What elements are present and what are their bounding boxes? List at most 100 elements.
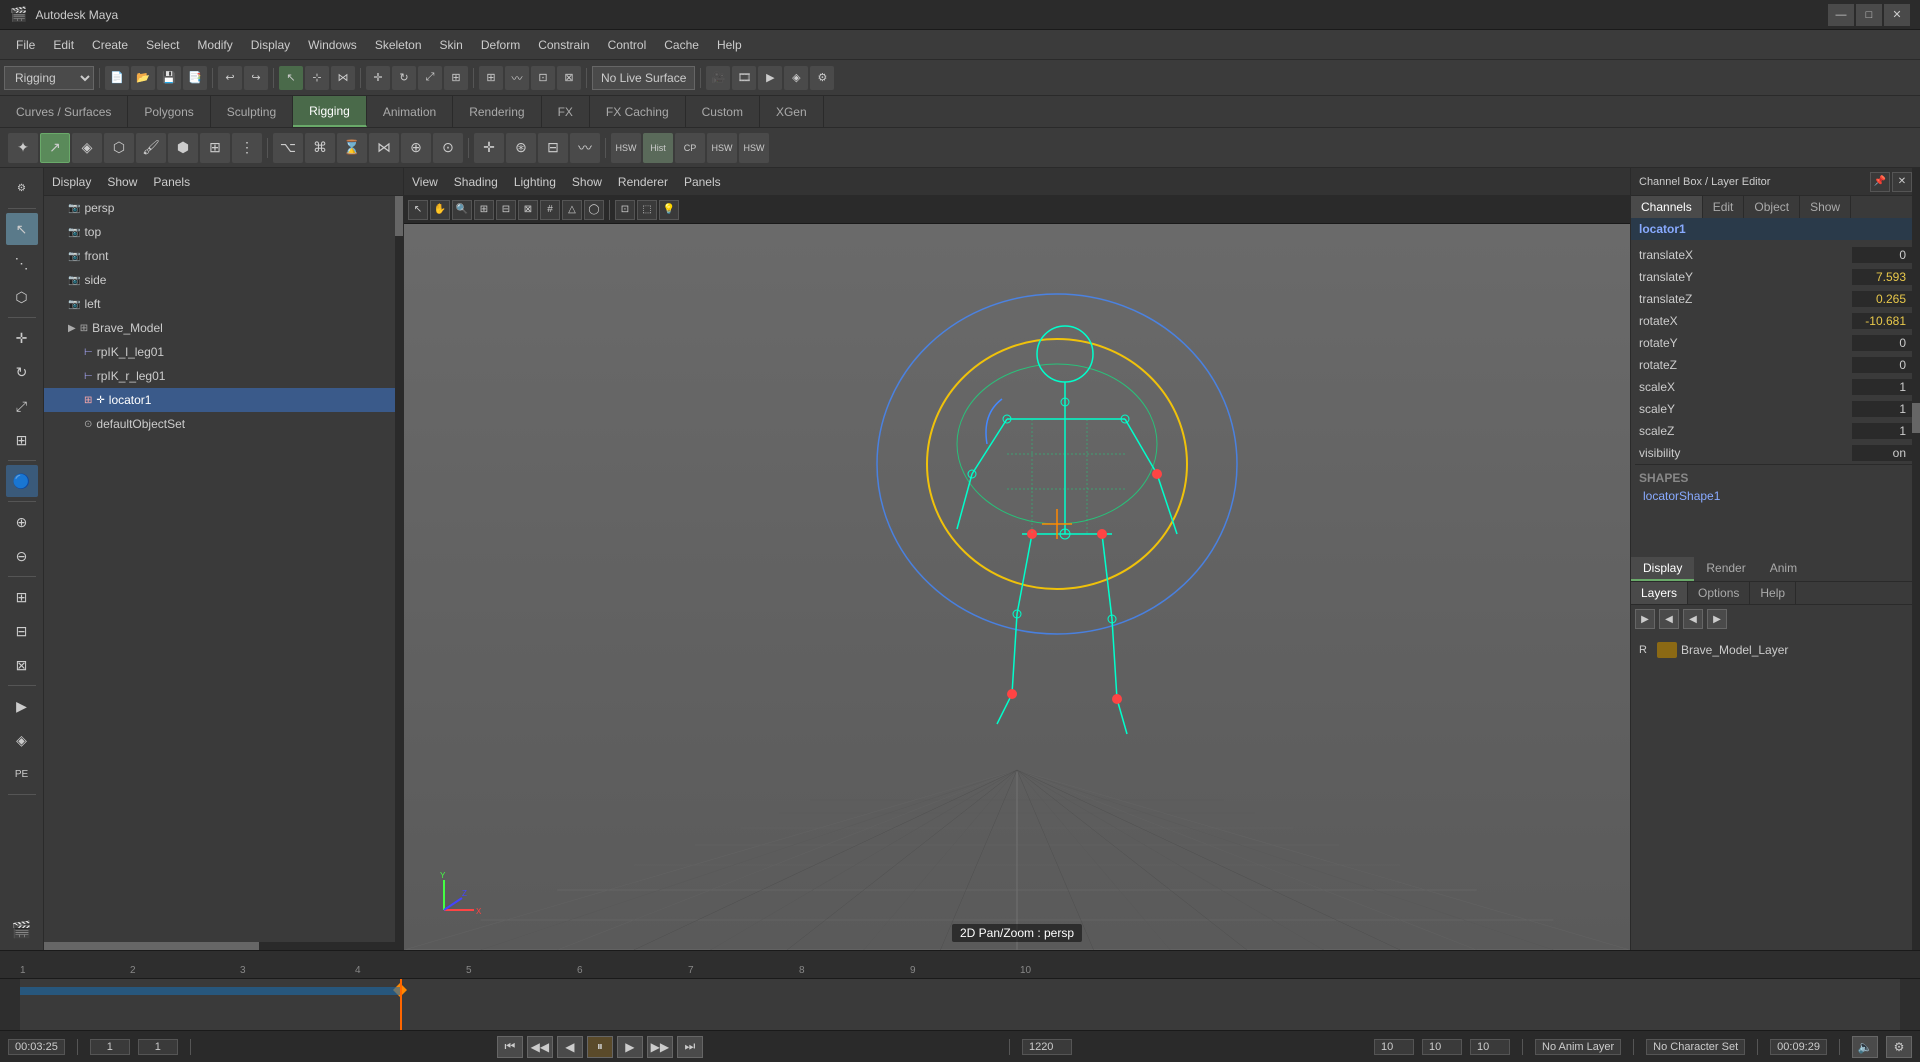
- bottom-settings-btn[interactable]: ⚙: [1886, 1036, 1912, 1058]
- layer-add-btn[interactable]: ▶: [1635, 609, 1655, 629]
- render-btn[interactable]: ▶: [758, 66, 782, 90]
- frame-number-1[interactable]: 1220: [1022, 1039, 1072, 1055]
- layers-tab[interactable]: Layers: [1631, 582, 1688, 604]
- scale-btn[interactable]: ⤢: [418, 66, 442, 90]
- viewport-shading-menu[interactable]: Shading: [454, 175, 498, 189]
- rig-tool1[interactable]: ⊞: [200, 133, 230, 163]
- viewport-panels-menu[interactable]: Panels: [684, 175, 721, 189]
- control-vertex[interactable]: ✛: [474, 133, 504, 163]
- snap-curve-btn[interactable]: 〰: [505, 66, 529, 90]
- menu-control[interactable]: Control: [600, 34, 655, 56]
- channel-translateY[interactable]: translateY 7.593: [1635, 266, 1916, 288]
- ik-tool[interactable]: ⌘: [305, 133, 335, 163]
- maximize-button[interactable]: □: [1856, 4, 1882, 26]
- channel-box-close[interactable]: ✕: [1892, 172, 1912, 192]
- go-end-btn[interactable]: ⏭: [677, 1036, 703, 1058]
- viewport-canvas[interactable]: X Y Z 2D Pan/Zoom : persp: [404, 224, 1630, 950]
- save-as-btn[interactable]: 📑: [183, 66, 207, 90]
- playback-speed-1[interactable]: [1374, 1039, 1414, 1055]
- outliner-item-rpik-l-leg[interactable]: ⊢ rpIK_l_leg01: [44, 340, 403, 364]
- outliner-panels-menu[interactable]: Panels: [153, 175, 190, 189]
- vp-pan-btn[interactable]: ✋: [430, 200, 450, 220]
- component-mode[interactable]: ◈: [72, 133, 102, 163]
- live-surface-btn[interactable]: No Live Surface: [592, 66, 695, 90]
- ik-spline[interactable]: ⌛: [337, 133, 367, 163]
- layout-btn2[interactable]: ⊟: [6, 615, 38, 647]
- insert-joint[interactable]: ⊕: [401, 133, 431, 163]
- save-scene-btn[interactable]: 💾: [157, 66, 181, 90]
- channel-rotateZ[interactable]: rotateZ 0: [1635, 354, 1916, 376]
- hsw-tool2[interactable]: HSW: [707, 133, 737, 163]
- menu-file[interactable]: File: [8, 34, 43, 56]
- open-scene-btn[interactable]: 📂: [131, 66, 155, 90]
- outliner-item-rpik-r-leg[interactable]: ⊢ rpIK_r_leg01: [44, 364, 403, 388]
- hsw-tool3[interactable]: HSW: [739, 133, 769, 163]
- move-btn[interactable]: ✛: [6, 322, 38, 354]
- tab-rigging[interactable]: Rigging: [293, 96, 367, 127]
- select-mode[interactable]: ↗: [40, 133, 70, 163]
- paint-sel-btn[interactable]: ⋈: [331, 66, 355, 90]
- soft-mod-btn[interactable]: 🔵: [6, 465, 38, 497]
- wire[interactable]: 〰: [570, 133, 600, 163]
- outliner-hscroll[interactable]: [44, 942, 403, 950]
- hide-manip[interactable]: ⊖: [6, 540, 38, 572]
- vp-xray-btn[interactable]: ⊡: [615, 200, 635, 220]
- ipr-btn[interactable]: ◈: [784, 66, 808, 90]
- options-tab[interactable]: Options: [1688, 582, 1750, 604]
- viewport-view-menu[interactable]: View: [412, 175, 438, 189]
- rotate-btn[interactable]: ↻: [6, 356, 38, 388]
- channel-rotateX[interactable]: rotateX -10.681: [1635, 310, 1916, 332]
- outliner-item-brave-model[interactable]: ▶ ⊞ Brave_Model: [44, 316, 403, 340]
- select-tool-btn[interactable]: ↖: [279, 66, 303, 90]
- outliner-item-side[interactable]: 📷 side: [44, 268, 403, 292]
- range-end-input[interactable]: [138, 1039, 178, 1055]
- outliner-item-persp[interactable]: 📷 persp: [44, 196, 403, 220]
- timeline-ruler[interactable]: 1 2 3 4 5 6 7 8 9 10: [0, 951, 1920, 979]
- dr-tab-anim[interactable]: Anim: [1758, 557, 1809, 581]
- menu-create[interactable]: Create: [84, 34, 136, 56]
- tab-animation[interactable]: Animation: [367, 96, 453, 127]
- outliner-scroll-thumb[interactable]: [395, 196, 403, 236]
- outliner-item-locator1[interactable]: ⊞ ✛ locator1: [44, 388, 403, 412]
- layer-back-btn[interactable]: ◀: [1659, 609, 1679, 629]
- cb-tab-channels[interactable]: Channels: [1631, 196, 1703, 218]
- move-joint-tool[interactable]: ⬢: [168, 133, 198, 163]
- channel-scaleZ[interactable]: scaleZ 1: [1635, 420, 1916, 442]
- dr-tab-render[interactable]: Render: [1694, 557, 1757, 581]
- undo-btn[interactable]: ↩: [218, 66, 242, 90]
- channel-visibility[interactable]: visibility on: [1635, 442, 1916, 464]
- bottom-audio-btn[interactable]: 🔈: [1852, 1036, 1878, 1058]
- vp-select-btn[interactable]: ↖: [408, 200, 428, 220]
- new-scene-btn[interactable]: 📄: [105, 66, 129, 90]
- outliner-display-menu[interactable]: Display: [52, 175, 91, 189]
- vp-layout3[interactable]: ⊠: [518, 200, 538, 220]
- tab-curves-surfaces[interactable]: Curves / Surfaces: [0, 96, 128, 127]
- tab-custom[interactable]: Custom: [686, 96, 760, 127]
- workspace-dropdown[interactable]: Rigging Modeling Animation Rendering: [4, 66, 94, 90]
- show-manip[interactable]: ⊕: [6, 506, 38, 538]
- channel-translateZ[interactable]: translateZ 0.265: [1635, 288, 1916, 310]
- display-settings-btn[interactable]: ⚙: [810, 66, 834, 90]
- scale-btn[interactable]: ⤢: [6, 390, 38, 422]
- cp-tool[interactable]: CP: [675, 133, 705, 163]
- help-tab[interactable]: Help: [1750, 582, 1796, 604]
- tab-rendering[interactable]: Rendering: [453, 96, 541, 127]
- brush-tool[interactable]: ⬡: [104, 133, 134, 163]
- joint-tool[interactable]: ⌥: [273, 133, 303, 163]
- vp-wire-btn[interactable]: △: [562, 200, 582, 220]
- viewport-lighting-menu[interactable]: Lighting: [514, 175, 556, 189]
- hypershade[interactable]: ◈: [6, 724, 38, 756]
- playback-speed-2[interactable]: [1422, 1039, 1462, 1055]
- step-back-btn[interactable]: ◀◀: [527, 1036, 553, 1058]
- minimize-button[interactable]: —: [1828, 4, 1854, 26]
- tab-fx[interactable]: FX: [542, 96, 590, 127]
- timeline-track[interactable]: [20, 979, 1900, 1030]
- cb-tab-show[interactable]: Show: [1800, 196, 1851, 218]
- channel-rotateY[interactable]: rotateY 0: [1635, 332, 1916, 354]
- menu-edit[interactable]: Edit: [45, 34, 82, 56]
- menu-deform[interactable]: Deform: [473, 34, 528, 56]
- menu-cache[interactable]: Cache: [656, 34, 707, 56]
- outliner-item-top[interactable]: 📷 top: [44, 220, 403, 244]
- outliner-item-left[interactable]: 📷 left: [44, 292, 403, 316]
- right-panel-scroll-thumb[interactable]: [1912, 403, 1920, 433]
